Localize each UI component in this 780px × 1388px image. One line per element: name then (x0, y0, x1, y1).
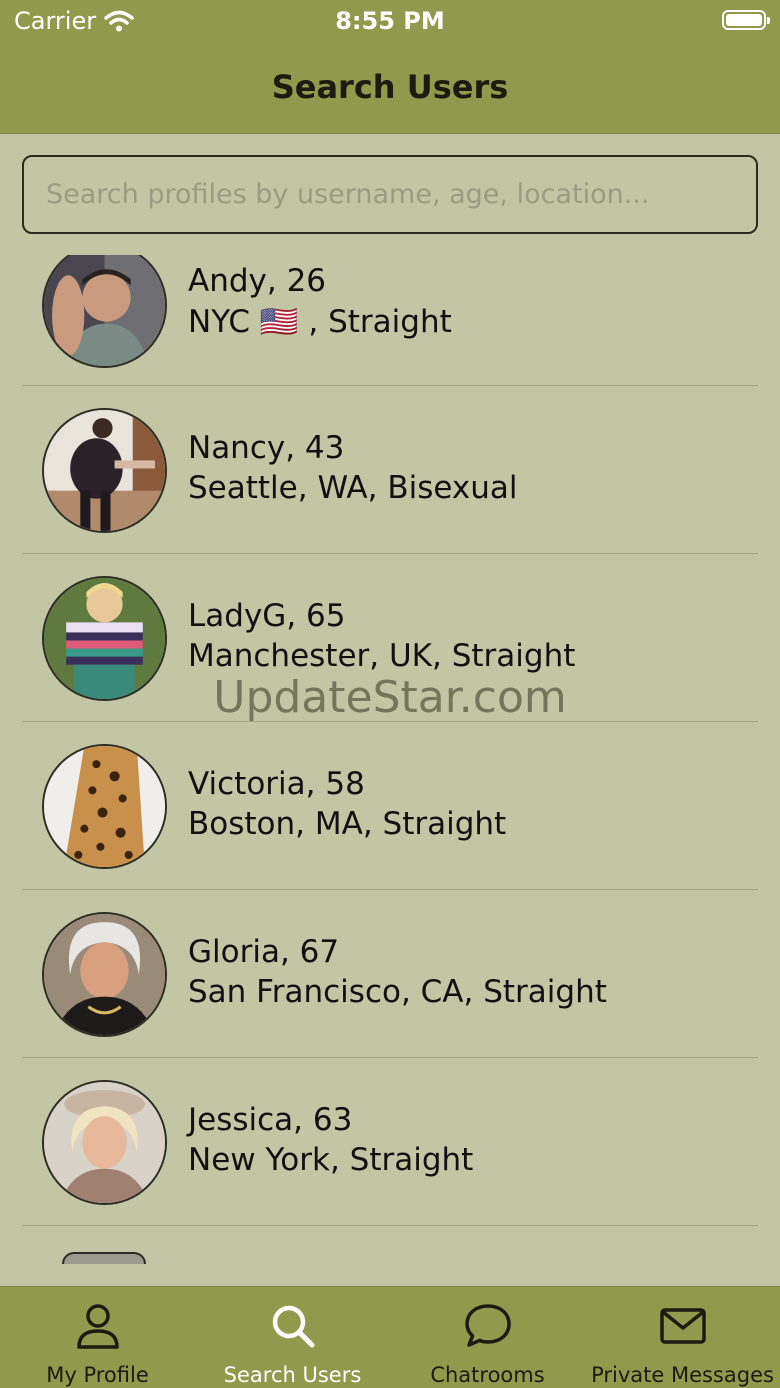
user-row[interactable]: Gloria, 67 San Francisco, CA, Straight (0, 890, 780, 1058)
page-title: Search Users (271, 68, 509, 106)
user-row[interactable]: LadyG, 65 Manchester, UK, Straight (0, 554, 780, 722)
user-info: Seattle, WA, Bisexual (188, 470, 518, 506)
avatar (42, 1080, 167, 1205)
chat-bubble-icon (464, 1304, 511, 1347)
search-input[interactable] (22, 155, 758, 234)
user-info: Manchester, UK, Straight (188, 638, 576, 674)
tab-bar: My Profile Search Users Chatrooms Privat… (0, 1286, 780, 1388)
user-name: Andy, 26 (188, 263, 327, 299)
user-row[interactable]: Andy, 26 NYC 🇺🇸 , Straight (0, 255, 780, 386)
battery-icon (722, 10, 770, 30)
user-info: NYC 🇺🇸 , Straight (188, 304, 452, 340)
tab-label: Private Messages (591, 1363, 774, 1387)
search-icon (272, 1305, 314, 1348)
person-icon (76, 1304, 119, 1349)
tab-my-profile[interactable]: My Profile (0, 1287, 195, 1388)
user-name: LadyG, 65 (188, 598, 346, 634)
avatar (42, 744, 167, 869)
user-row[interactable]: Victoria, 58 Boston, MA, Straight (0, 722, 780, 890)
avatar (42, 408, 167, 533)
avatar (42, 255, 167, 368)
row-divider (22, 1225, 758, 1226)
tab-label: Search Users (223, 1363, 362, 1387)
user-name: Gloria, 67 (188, 934, 340, 970)
tab-chatrooms[interactable]: Chatrooms (390, 1287, 585, 1388)
user-list[interactable]: Andy, 26 NYC 🇺🇸 , Straight Nancy, 43 Sea… (0, 255, 780, 1263)
navigation-bar: Search Users (0, 44, 780, 134)
avatar-partial (62, 1252, 146, 1264)
envelope-icon (659, 1308, 706, 1344)
avatar (42, 912, 167, 1037)
user-info: San Francisco, CA, Straight (188, 974, 607, 1010)
user-name: Jessica, 63 (188, 1102, 353, 1138)
tab-label: Chatrooms (430, 1363, 545, 1387)
user-name: Nancy, 43 (188, 430, 345, 466)
tab-search-users[interactable]: Search Users (195, 1287, 390, 1388)
user-row[interactable]: Jessica, 63 New York, Straight (0, 1058, 780, 1226)
status-time: 8:55 PM (335, 7, 445, 35)
user-info: New York, Straight (188, 1142, 474, 1178)
status-bar: Carrier 8:55 PM (0, 0, 780, 44)
tab-label: My Profile (46, 1363, 149, 1387)
user-name: Victoria, 58 (188, 766, 365, 802)
avatar (42, 576, 167, 701)
user-row[interactable]: Nancy, 43 Seattle, WA, Bisexual (0, 386, 780, 554)
tab-private-messages[interactable]: Private Messages (585, 1287, 780, 1388)
user-info: Boston, MA, Straight (188, 806, 507, 842)
